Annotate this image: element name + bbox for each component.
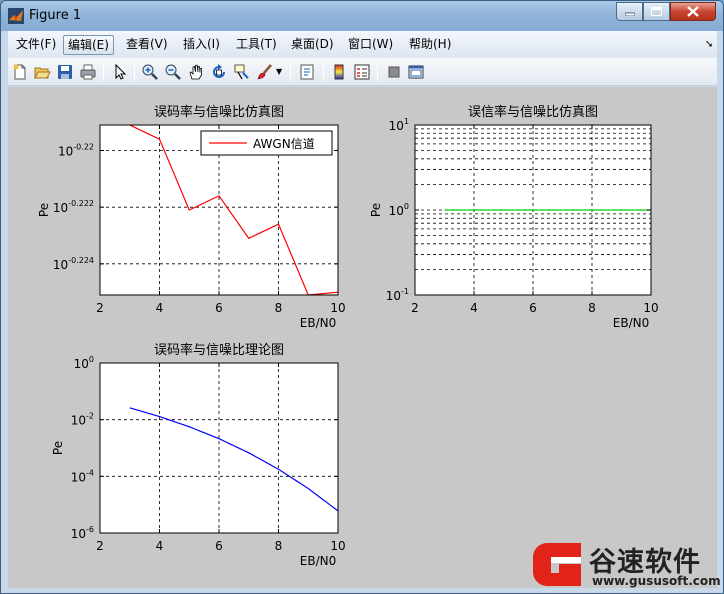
x-tick-label: 2 xyxy=(96,539,104,553)
y-tick-label: 10-6 xyxy=(71,525,94,541)
brush-icon[interactable] xyxy=(256,63,274,81)
menu-view[interactable]: 查看(V) xyxy=(122,35,172,55)
menu-window[interactable]: 窗口(W) xyxy=(344,35,397,55)
y-tick-label: 10-0.22 xyxy=(58,143,94,159)
title-bar[interactable]: Figure 1 xyxy=(1,1,723,31)
x-tick-label: 4 xyxy=(470,301,478,315)
insert-colorbar-icon[interactable] xyxy=(330,63,348,81)
zoom-in-icon[interactable] xyxy=(141,63,159,81)
x-axis-label: EB/N0 xyxy=(300,554,336,568)
x-tick-label: 8 xyxy=(275,539,283,553)
brush-dropdown-icon[interactable]: ▼ xyxy=(276,63,284,81)
chart-title: 误码率与信噪比仿真图 xyxy=(154,104,284,120)
close-icon xyxy=(687,6,699,17)
toolbar-separator xyxy=(377,63,378,81)
y-axis-label: Pe xyxy=(51,441,65,455)
show-plot-tools-icon[interactable] xyxy=(407,63,425,81)
maximize-button[interactable] xyxy=(643,2,670,21)
x-axis-label: EB/N0 xyxy=(613,316,649,330)
menu-bar: 文件(F) 编辑(E) 查看(V) 插入(I) 工具(T) 桌面(D) 窗口(W… xyxy=(8,31,717,58)
y-tick-label: 100 xyxy=(74,355,94,371)
open-file-icon[interactable] xyxy=(33,63,51,81)
plots-canvas: 2 4 6 8 10 10-0.22 10-0.222 10-0.224 误码率与信噪比仿真图 E… xyxy=(37,104,659,568)
menu-tools[interactable]: 工具(T) xyxy=(232,35,281,55)
x-tick-label: 4 xyxy=(156,301,164,315)
menu-arrow-icon[interactable]: ➘ xyxy=(705,39,713,50)
hide-plot-tools-icon[interactable] xyxy=(385,63,403,81)
x-tick-label: 10 xyxy=(330,539,345,553)
window-title: Figure 1 xyxy=(29,8,82,23)
x-tick-label: 10 xyxy=(643,301,658,315)
edit-plot-arrow-icon[interactable] xyxy=(111,63,129,81)
toolbar-separator xyxy=(290,63,291,81)
minimize-icon xyxy=(624,12,635,16)
data-cursor-icon[interactable] xyxy=(233,63,251,81)
menu-file[interactable]: 文件(F) xyxy=(12,35,60,55)
x-tick-label: 2 xyxy=(411,301,419,315)
toolbar-separator xyxy=(134,63,135,81)
menu-help[interactable]: 帮助(H) xyxy=(405,35,455,55)
figure-canvas: 2 4 6 8 10 10-0.22 10-0.222 10-0.224 误码率与信噪比仿真图 E… xyxy=(8,87,721,588)
watermark-logo-icon xyxy=(533,543,581,586)
new-figure-icon[interactable] xyxy=(11,63,29,81)
x-tick-label: 6 xyxy=(529,301,537,315)
zoom-out-icon[interactable] xyxy=(164,63,182,81)
watermark: 谷速软件 www.gususoft.com xyxy=(529,537,723,592)
menu-desktop[interactable]: 桌面(D) xyxy=(287,35,338,55)
link-plot-icon[interactable] xyxy=(298,63,316,81)
x-tick-label: 10 xyxy=(330,301,345,315)
y-axis-label: Pe xyxy=(37,203,51,217)
print-icon[interactable] xyxy=(79,63,97,81)
x-tick-label: 6 xyxy=(215,539,223,553)
y-tick-label: 10-4 xyxy=(71,468,94,484)
maximize-icon xyxy=(651,7,662,16)
x-axis-label: EB/N0 xyxy=(300,316,336,330)
y-tick-label: 100 xyxy=(389,202,409,218)
x-tick-label: 6 xyxy=(215,301,223,315)
y-tick-label: 101 xyxy=(389,117,409,133)
y-tick-label: 10-1 xyxy=(386,287,409,303)
close-button[interactable] xyxy=(670,2,716,21)
menu-insert[interactable]: 插入(I) xyxy=(179,35,224,55)
x-tick-label: 2 xyxy=(96,301,104,315)
x-tick-label: 4 xyxy=(156,539,164,553)
pan-hand-icon[interactable] xyxy=(187,63,205,81)
y-tick-label: 10-0.222 xyxy=(53,199,94,215)
matlab-logo-icon xyxy=(8,8,24,24)
y-tick-label: 10-0.224 xyxy=(53,256,94,272)
insert-legend-icon[interactable] xyxy=(353,63,371,81)
chart-title: 误码率与信噪比理论图 xyxy=(154,342,284,358)
figure-toolbar: ▼ xyxy=(8,58,717,86)
toolbar-separator xyxy=(103,63,104,81)
toolbar-separator xyxy=(323,63,324,81)
menu-edit[interactable]: 编辑(E) xyxy=(63,35,114,55)
minimize-button[interactable] xyxy=(616,2,643,21)
y-axis-label: Pe xyxy=(369,203,383,217)
y-tick-label: 10-2 xyxy=(71,412,94,428)
chart-title: 误信率与信噪比仿真图 xyxy=(468,104,598,120)
x-tick-label: 8 xyxy=(588,301,596,315)
legend-entry: AWGN信道 xyxy=(253,137,315,151)
x-tick-label: 8 xyxy=(275,301,283,315)
save-icon[interactable] xyxy=(56,63,74,81)
watermark-url: www.gususoft.com xyxy=(592,574,721,588)
figure-window: Figure 1 文件(F) 编辑(E) 查看(V) 插入(I) 工具(T) 桌… xyxy=(0,0,724,594)
rotate-3d-icon[interactable] xyxy=(210,63,228,81)
